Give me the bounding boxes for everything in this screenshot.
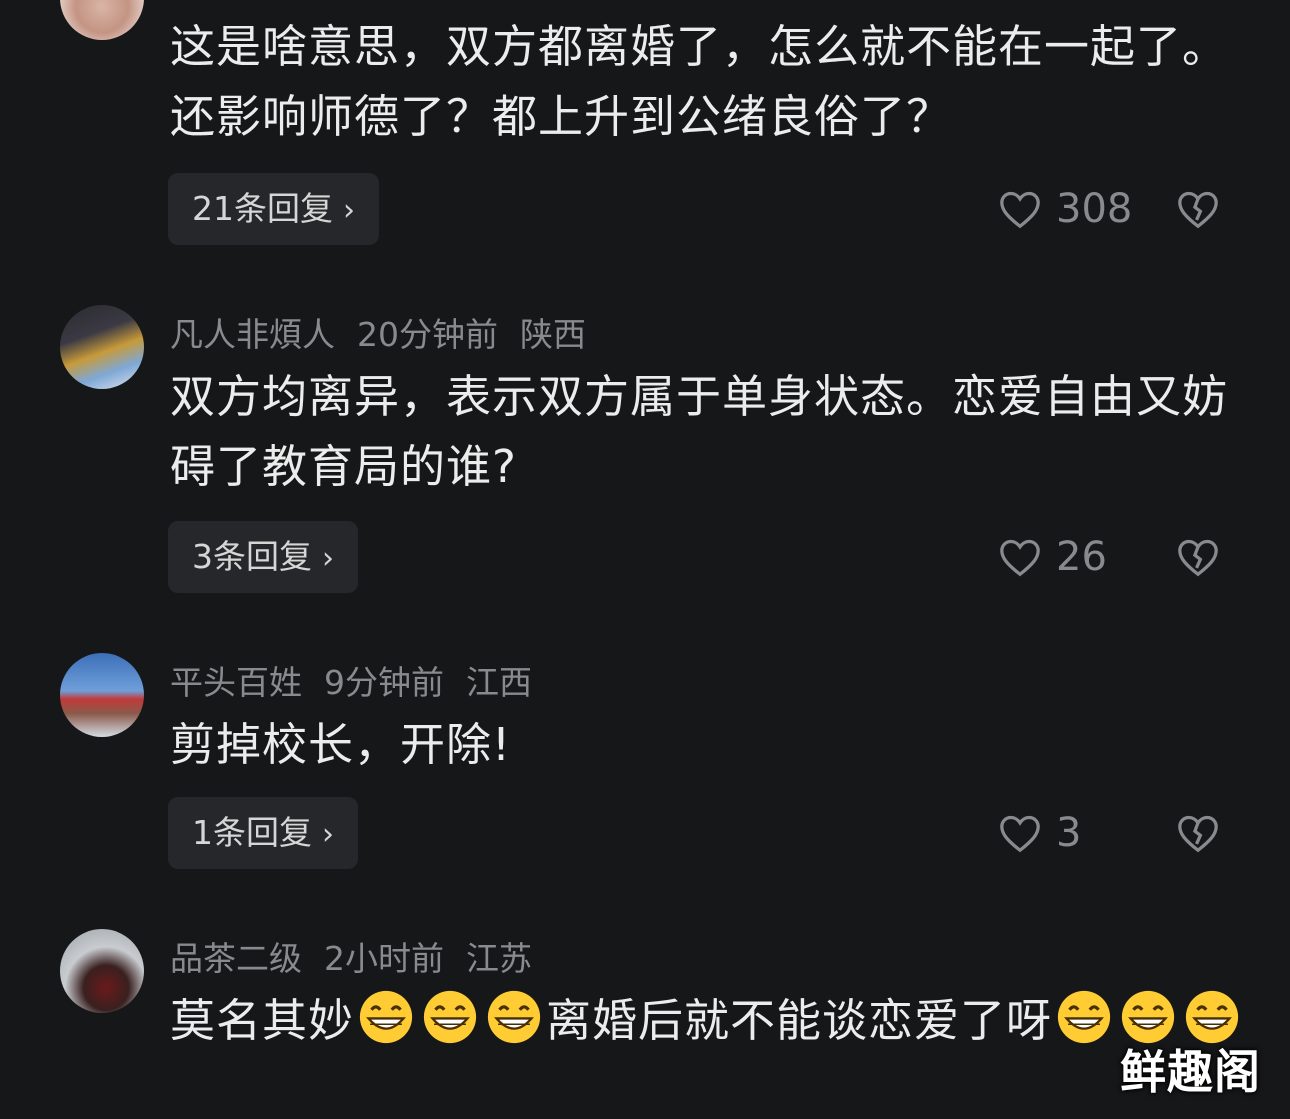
replies-label: 21条回复 [192, 189, 333, 228]
comment-meta: 平头百姓 9分钟前 江西 [170, 656, 554, 704]
author-name[interactable]: 平头百姓 [170, 663, 302, 702]
comment-text: 双方均离异，表示双方属于单身状态。恋爱自由又妨碍了教育局的谁? [170, 370, 1229, 493]
avatar[interactable] [60, 929, 144, 1013]
replies-label: 1条回复 [192, 813, 312, 852]
like-button[interactable]: 308 [998, 173, 1132, 245]
like-button[interactable]: 3 [998, 797, 1081, 869]
chevron-right-icon: › [322, 817, 334, 852]
grin-emoji-icon [421, 988, 479, 1046]
avatar[interactable] [60, 0, 144, 40]
comment-text: 剪掉校长，开除! [170, 718, 512, 771]
comment-text: 这是啥意思，双方都离婚了，怎么就不能在一起了。还影响师德了？都上升到公绪良俗了？ [170, 20, 1229, 143]
view-replies-button[interactable]: 3条回复 › [168, 521, 358, 593]
avatar[interactable] [60, 305, 144, 389]
comment-meta: 凡人非煩人 20分钟前 陕西 [170, 308, 608, 356]
broken-heart-icon [1178, 539, 1218, 577]
dislike-button[interactable] [1176, 797, 1224, 869]
grin-emoji-icon [357, 988, 415, 1046]
timestamp: 2小时前 [324, 939, 444, 978]
comment-text-part: 莫名其妙 [170, 994, 355, 1047]
location: 江苏 [466, 939, 532, 978]
grin-emoji-icon [1055, 988, 1113, 1046]
chevron-right-icon: › [343, 193, 355, 228]
location: 陕西 [520, 315, 586, 354]
timestamp: 20分钟前 [357, 315, 498, 354]
broken-heart-icon [1178, 191, 1218, 229]
author-name[interactable]: 品茶二级 [170, 939, 302, 978]
heart-outline-icon [1000, 815, 1040, 853]
like-count: 3 [1056, 810, 1082, 856]
location: 江西 [466, 663, 532, 702]
author-name[interactable]: 凡人非煩人 [170, 315, 335, 354]
avatar[interactable] [60, 653, 144, 737]
broken-heart-icon [1178, 815, 1218, 853]
grin-emoji-icon [485, 988, 543, 1046]
watermark: 鲜趣阁 [1120, 1045, 1261, 1099]
comment-text-part: 离婚后就不能谈恋爱了呀 [546, 994, 1053, 1047]
chevron-right-icon: › [322, 541, 334, 576]
dislike-button[interactable] [1176, 173, 1224, 245]
comment-text: 莫名其妙 离婚后就不能谈恋爱了呀 [170, 986, 1245, 1056]
view-replies-button[interactable]: 21条回复 › [168, 173, 379, 245]
heart-outline-icon [1000, 539, 1040, 577]
dislike-button[interactable] [1176, 521, 1224, 593]
comment-meta: 品茶二级 2小时前 江苏 [170, 932, 554, 980]
replies-label: 3条回复 [192, 537, 312, 576]
like-count: 26 [1056, 534, 1107, 580]
heart-outline-icon [1000, 191, 1040, 229]
like-count: 308 [1056, 186, 1133, 232]
like-button[interactable]: 26 [998, 521, 1107, 593]
view-replies-button[interactable]: 1条回复 › [168, 797, 358, 869]
timestamp: 9分钟前 [324, 663, 444, 702]
